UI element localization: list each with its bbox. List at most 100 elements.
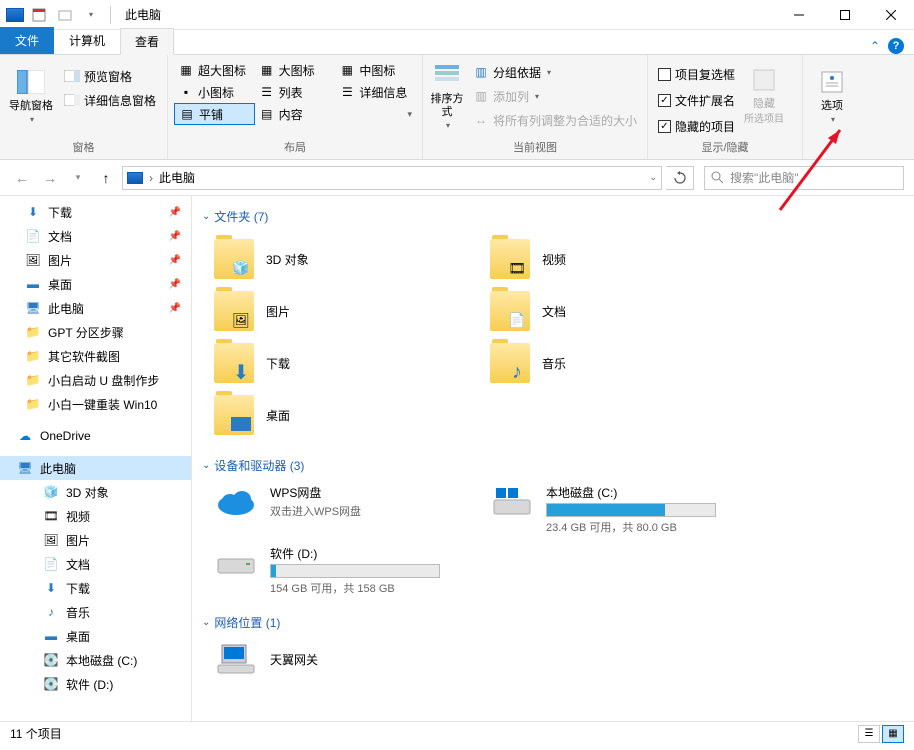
qat-dropdown[interactable]: ▾ bbox=[80, 4, 102, 26]
layout-details[interactable]: ☰详细信息 bbox=[335, 81, 416, 103]
thispc-icon: 🖥 bbox=[16, 461, 34, 475]
folder-music[interactable]: ♪音乐 bbox=[490, 339, 746, 387]
sidebar-item-pictures2[interactable]: 🖼图片 bbox=[0, 528, 191, 552]
addr-segment[interactable]: 此电脑 bbox=[159, 169, 195, 186]
drive-icon bbox=[214, 545, 258, 581]
desktop-icon bbox=[230, 415, 252, 433]
sidebar-item-desktop[interactable]: ▬桌面📌 bbox=[0, 272, 191, 296]
folder-3d[interactable]: 🧊3D 对象 bbox=[214, 235, 470, 283]
sidebar-item-onedrive[interactable]: ☁OneDrive bbox=[0, 424, 191, 448]
sidebar-item-downloads[interactable]: ⬇下载📌 bbox=[0, 200, 191, 224]
details-pane-button[interactable]: 详细信息窗格 bbox=[60, 89, 160, 111]
status-text: 11 个项目 bbox=[10, 725, 62, 742]
sidebar-item-folder[interactable]: 📁小白启动 U 盘制作步 bbox=[0, 368, 191, 392]
folder-documents[interactable]: 📄文档 bbox=[490, 287, 746, 335]
up-button[interactable]: ↑ bbox=[94, 166, 118, 190]
tab-view[interactable]: 查看 bbox=[120, 28, 174, 55]
sidebar-item-drive-c[interactable]: 💽本地磁盘 (C:) bbox=[0, 648, 191, 672]
extensions-toggle[interactable]: 文件扩展名 bbox=[654, 89, 739, 111]
layout-tiles[interactable]: ▤平铺 bbox=[174, 103, 255, 125]
checkboxes-toggle[interactable]: 项目复选框 bbox=[654, 63, 739, 85]
qat-properties[interactable] bbox=[28, 4, 50, 26]
sidebar-item-folder[interactable]: 📁GPT 分区步骤 bbox=[0, 320, 191, 344]
network-item[interactable]: 天翼网关 bbox=[202, 637, 904, 689]
view-details-button[interactable]: ☰ bbox=[858, 725, 880, 743]
drive-usage-bar bbox=[546, 503, 716, 517]
section-drives[interactable]: ⌄设备和驱动器 (3) bbox=[202, 451, 904, 480]
sidebar-item-videos[interactable]: 🎞视频 bbox=[0, 504, 191, 528]
layout-large[interactable]: ▦大图标 bbox=[255, 59, 336, 81]
document-icon: 📄 bbox=[24, 229, 42, 243]
thispc-icon: 🖥 bbox=[24, 301, 42, 315]
qat-new-folder[interactable] bbox=[54, 4, 76, 26]
folder-videos[interactable]: 🎞视频 bbox=[490, 235, 746, 283]
options-button[interactable]: 选项 ▾ bbox=[809, 59, 855, 131]
sidebar-item-documents[interactable]: 📄文档📌 bbox=[0, 224, 191, 248]
sidebar-item-3d[interactable]: 🧊3D 对象 bbox=[0, 480, 191, 504]
help-icon[interactable]: ? bbox=[888, 38, 904, 54]
recent-button[interactable]: ▾ bbox=[66, 166, 90, 190]
sidebar-item-folder[interactable]: 📁小白一键重装 Win10 bbox=[0, 392, 191, 416]
layout-list[interactable]: ☰列表 bbox=[255, 81, 336, 103]
addr-dropdown-icon[interactable]: ⌄ bbox=[649, 172, 657, 183]
sidebar-item-drive-d[interactable]: 💽软件 (D:) bbox=[0, 672, 191, 696]
sidebar-item-pictures[interactable]: 🖼图片📌 bbox=[0, 248, 191, 272]
3d-icon: 🧊 bbox=[42, 485, 60, 499]
group-label-currentview: 当前视图 bbox=[429, 137, 641, 157]
sidebar-item-thispc[interactable]: 🖥此电脑 bbox=[0, 456, 191, 480]
view-tiles-button[interactable]: ▦ bbox=[882, 725, 904, 743]
layout-extralarge[interactable]: ▦超大图标 bbox=[174, 59, 255, 81]
sidebar-item-downloads2[interactable]: ⬇下载 bbox=[0, 576, 191, 600]
drive-icon: 💽 bbox=[42, 653, 60, 667]
layout-medium[interactable]: ▦中图标 bbox=[335, 59, 416, 81]
ribbon-collapse-icon[interactable]: ⌃ bbox=[870, 39, 880, 53]
folder-downloads[interactable]: ⬇下载 bbox=[214, 339, 470, 387]
sidebar-item-folder[interactable]: 📁其它软件截图 bbox=[0, 344, 191, 368]
layout-more[interactable]: ▾ bbox=[335, 103, 416, 125]
network-device-icon bbox=[214, 641, 258, 677]
minimize-button[interactable] bbox=[776, 0, 822, 30]
download-icon: ⬇ bbox=[230, 363, 252, 381]
sidebar-item-music[interactable]: ♪音乐 bbox=[0, 600, 191, 624]
folder-pictures[interactable]: 🖼图片 bbox=[214, 287, 470, 335]
close-button[interactable] bbox=[868, 0, 914, 30]
folder-desktop[interactable]: 桌面 bbox=[214, 391, 470, 439]
pin-icon: 📌 bbox=[169, 279, 181, 290]
refresh-button[interactable] bbox=[666, 166, 694, 190]
addr-thispc-icon bbox=[127, 172, 143, 184]
layout-small[interactable]: ▪小图标 bbox=[174, 81, 255, 103]
sidebar-item-desktop2[interactable]: ▬桌面 bbox=[0, 624, 191, 648]
desktop-icon: ▬ bbox=[42, 629, 60, 643]
nav-pane-button[interactable]: 导航窗格 ▾ bbox=[6, 59, 56, 131]
sizecols-button: ↔ 将所有列调整为合适的大小 bbox=[469, 109, 641, 131]
pin-icon: 📌 bbox=[169, 303, 181, 314]
picture-icon: 🖼 bbox=[24, 253, 42, 267]
tab-computer[interactable]: 计算机 bbox=[54, 27, 120, 54]
sidebar-item-documents2[interactable]: 📄文档 bbox=[0, 552, 191, 576]
navbar: ← → ▾ ↑ › 此电脑 ⌄ 搜索"此电脑" bbox=[0, 160, 914, 196]
drive-c[interactable]: 本地磁盘 (C:)23.4 GB 可用，共 80.0 GB bbox=[490, 484, 746, 535]
document-icon: 📄 bbox=[42, 557, 60, 571]
pin-icon: 📌 bbox=[169, 255, 181, 266]
forward-button[interactable]: → bbox=[38, 166, 62, 190]
drive-usage-bar bbox=[270, 564, 440, 578]
sort-button[interactable]: 排序方式 ▾ bbox=[429, 59, 465, 131]
video-icon: 🎞 bbox=[42, 509, 60, 523]
section-folders[interactable]: ⌄文件夹 (7) bbox=[202, 202, 904, 231]
addr-sep[interactable]: › bbox=[149, 171, 153, 185]
download-icon: ⬇ bbox=[42, 581, 60, 595]
maximize-button[interactable] bbox=[822, 0, 868, 30]
preview-pane-button[interactable]: 预览窗格 bbox=[60, 65, 160, 87]
drive-icon bbox=[490, 484, 534, 520]
address-bar[interactable]: › 此电脑 ⌄ bbox=[122, 166, 662, 190]
section-network[interactable]: ⌄网络位置 (1) bbox=[202, 608, 904, 637]
back-button[interactable]: ← bbox=[10, 166, 34, 190]
sidebar-item-thispc-pinned[interactable]: 🖥此电脑📌 bbox=[0, 296, 191, 320]
hidden-toggle[interactable]: 隐藏的项目 bbox=[654, 115, 739, 137]
groupby-button[interactable]: ▥ 分组依据▾ bbox=[469, 61, 641, 83]
layout-content[interactable]: ▤内容 bbox=[255, 103, 336, 125]
drive-d[interactable]: 软件 (D:)154 GB 可用，共 158 GB bbox=[214, 545, 470, 596]
search-box[interactable]: 搜索"此电脑" bbox=[704, 166, 904, 190]
tab-file[interactable]: 文件 bbox=[0, 27, 54, 54]
drive-wps[interactable]: WPS网盘双击进入WPS网盘 bbox=[214, 484, 470, 535]
